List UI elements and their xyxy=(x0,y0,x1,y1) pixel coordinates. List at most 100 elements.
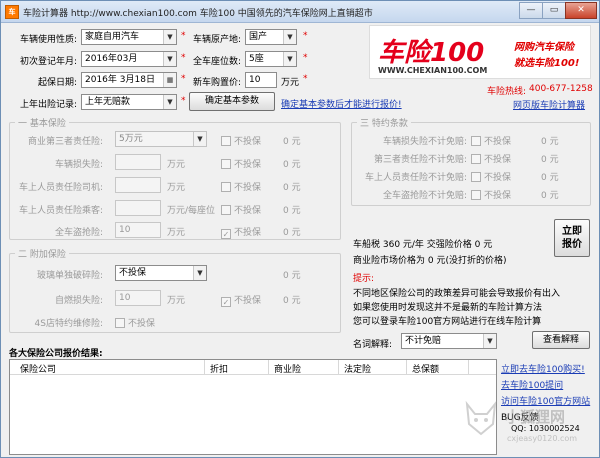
calculator-window: 车 车险计算器 http://www.chexian100.com 车险100 … xyxy=(0,0,600,458)
driver-liability-input[interactable] xyxy=(115,177,161,193)
checkbox-label: 不投保 xyxy=(484,173,512,183)
glass-premium: 0 元 xyxy=(283,271,301,281)
col-divider xyxy=(204,360,205,375)
forum-link[interactable]: 去车险100提问 xyxy=(501,378,563,391)
repair-no-insure-checkbox[interactable]: 不投保 xyxy=(115,316,155,329)
origin-value: 国产 xyxy=(249,32,268,42)
minimize-button[interactable]: — xyxy=(519,2,543,19)
usage-select[interactable]: 家庭自用汽车 ▼ xyxy=(81,29,177,45)
hotline-label: 车险热线: xyxy=(487,87,527,97)
col-divider xyxy=(468,360,469,375)
results-table[interactable]: 保险公司 折扣 商业险 法定险 总保额 xyxy=(9,359,497,455)
col-commercial: 商业险 xyxy=(274,365,302,375)
chevron-down-icon: ▼ xyxy=(283,30,296,44)
title-bar[interactable]: 车 车险计算器 http://www.chexian100.com 车险100 … xyxy=(1,1,599,23)
ad-banner[interactable]: 车险100 WWW.CHEXIAN100.COM 网购汽车保险 就选车险100! xyxy=(369,25,591,79)
vehicle-loss-premium: 0 元 xyxy=(283,160,301,170)
third-party-select[interactable]: 5万元 ▼ xyxy=(115,131,207,147)
chevron-down-icon: ▼ xyxy=(193,132,206,146)
glass-select[interactable]: 不投保 ▼ xyxy=(115,265,207,281)
quote-button-line2: 报价 xyxy=(562,239,582,250)
passenger-no-insure-checkbox[interactable]: 不投保 xyxy=(221,203,261,216)
passenger-liability-unit: 万元/每座位 xyxy=(167,206,216,216)
driver-liability-premium: 0 元 xyxy=(283,183,301,193)
ad-slogan-line1: 网购汽车保险 xyxy=(514,42,574,53)
term-value: 不计免赔 xyxy=(405,336,442,346)
checkbox-box xyxy=(471,190,481,200)
required-mark: * xyxy=(181,74,186,84)
results-title: 各大保险公司报价结果: xyxy=(9,349,103,359)
col-total: 总保额 xyxy=(412,365,440,375)
person-deductible-checkbox[interactable]: 不投保 xyxy=(471,170,511,183)
tips-title: 提示: xyxy=(353,274,375,284)
usage-label: 车辆使用性质: xyxy=(19,35,77,45)
history-select[interactable]: 上年无赔款 ▼ xyxy=(81,94,177,110)
term-select[interactable]: 不计免赔 ▼ xyxy=(401,333,497,349)
checkbox-box xyxy=(471,172,481,182)
seats-label: 全车座位数: xyxy=(192,57,241,67)
start-date-label: 起保日期: xyxy=(37,78,77,88)
view-explanation-button[interactable]: 查看解释 xyxy=(532,331,590,349)
hotline-number: 400-677-1258 xyxy=(529,84,593,94)
watermark-brand: 小狐狸网 xyxy=(505,408,566,426)
checkbox-box xyxy=(221,205,231,215)
seats-select[interactable]: 5座 ▼ xyxy=(245,51,297,67)
params-hint-link[interactable]: 确定基本参数后才能进行报价! xyxy=(281,97,402,110)
third-party-label: 商业第三者责任险: xyxy=(27,137,103,147)
buy-now-link[interactable]: 立即去车险100购买! xyxy=(501,362,585,375)
required-mark: * xyxy=(181,96,186,106)
ad-url: WWW.CHEXIAN100.COM xyxy=(378,66,488,75)
market-price-summary: 商业险市场价格为 0 元(没打折的价格) xyxy=(353,256,507,266)
vehicle-deductible-premium: 0 元 xyxy=(541,137,559,147)
checkbox-label: 不投保 xyxy=(234,228,262,238)
checkbox-label: 不投保 xyxy=(484,155,512,165)
seats-value: 5座 xyxy=(249,54,264,64)
chevron-down-icon: ▼ xyxy=(163,30,176,44)
fire-no-insure-checkbox[interactable]: ✓ 不投保 xyxy=(221,293,261,307)
passenger-liability-label: 车上人员责任险乘客: xyxy=(18,206,103,216)
watermark-site: cxjeasy0120.com xyxy=(507,434,578,443)
third-party-no-insure-checkbox[interactable]: 不投保 xyxy=(221,134,261,147)
quote-now-button[interactable]: 立即 报价 xyxy=(554,219,590,257)
close-button[interactable]: ✕ xyxy=(565,2,597,19)
ad-slogan-line2: 就选车险100! xyxy=(514,58,580,69)
checkbox-checked-box: ✓ xyxy=(221,297,231,307)
start-date-value: 2016年 3月18日 xyxy=(85,75,155,85)
confirm-params-button[interactable]: 确定基本参数 xyxy=(189,92,275,111)
third-deductible-checkbox[interactable]: 不投保 xyxy=(471,152,511,165)
start-date-picker[interactable]: 2016年 3月18日 ▦ xyxy=(81,72,177,88)
tip-line-3: 您可以登录车险100官方网站进行在线车险计算 xyxy=(353,317,542,327)
checkbox-box xyxy=(221,159,231,169)
first-reg-select[interactable]: 2016年03月 ▼ xyxy=(81,51,177,67)
theft-no-insure-checkbox[interactable]: ✓ 不投保 xyxy=(221,225,261,239)
chevron-down-icon: ▼ xyxy=(163,95,176,109)
required-mark: * xyxy=(181,53,186,63)
checkbox-label: 不投保 xyxy=(234,160,262,170)
price-input[interactable]: 10 xyxy=(245,72,277,88)
checkbox-label: 不投保 xyxy=(234,137,262,147)
checkbox-label: 不投保 xyxy=(234,296,262,306)
origin-select[interactable]: 国产 ▼ xyxy=(245,29,297,45)
driver-no-insure-checkbox[interactable]: 不投保 xyxy=(221,180,261,193)
theft-deductible-checkbox[interactable]: 不投保 xyxy=(471,188,511,201)
passenger-liability-input[interactable] xyxy=(115,200,161,216)
window-title: 车险计算器 http://www.chexian100.com 车险100 中国… xyxy=(23,9,373,19)
checkbox-box xyxy=(221,182,231,192)
vehicle-loss-input[interactable] xyxy=(115,154,161,170)
vehicle-loss-no-insure-checkbox[interactable]: 不投保 xyxy=(221,157,261,170)
fire-input[interactable]: 10 xyxy=(115,290,161,306)
price-label: 新车购置价: xyxy=(192,78,241,88)
web-calculator-link[interactable]: 网页版车险计算器 xyxy=(513,98,585,111)
checkbox-box xyxy=(221,136,231,146)
theft-unit: 万元 xyxy=(167,228,186,238)
vehicle-deductible-checkbox[interactable]: 不投保 xyxy=(471,134,511,147)
maximize-button[interactable]: ▭ xyxy=(542,2,566,19)
col-discount: 折扣 xyxy=(210,365,229,375)
checkbox-label: 不投保 xyxy=(128,319,156,329)
theft-input[interactable]: 10 xyxy=(115,222,161,238)
driver-liability-unit: 万元 xyxy=(167,183,186,193)
first-reg-value: 2016年03月 xyxy=(85,54,138,64)
chevron-down-icon: ▼ xyxy=(193,266,206,280)
checkbox-label: 不投保 xyxy=(234,183,262,193)
theft-label: 全车盗抢险: xyxy=(54,228,103,238)
